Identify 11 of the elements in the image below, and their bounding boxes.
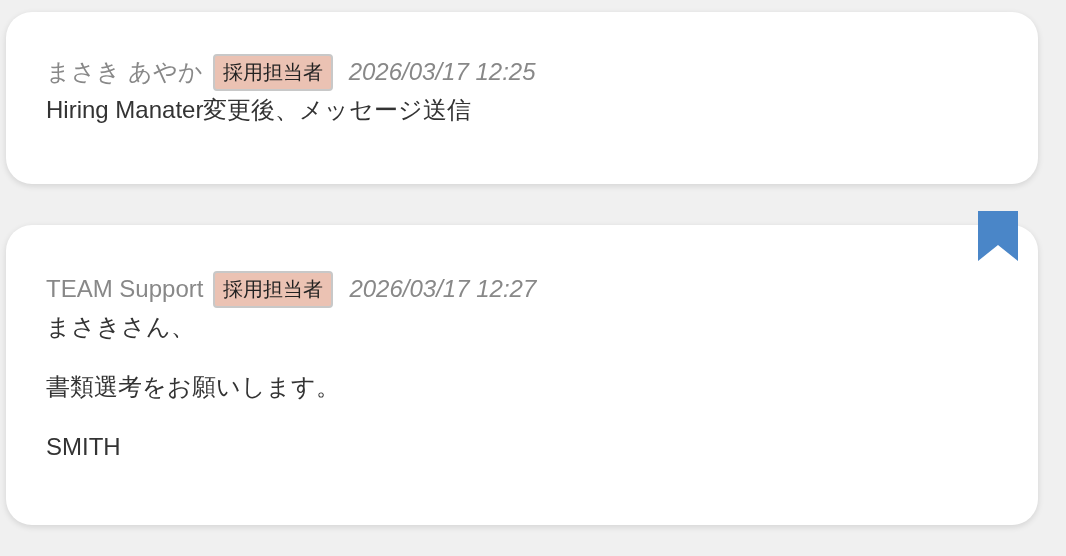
timestamp: 2026/03/17 12:25 [348, 58, 536, 86]
role-tag: 採用担当者 [213, 270, 334, 308]
author-name: まさき あやか [46, 57, 203, 87]
timestamp: 2026/03/17 12:27 [349, 275, 537, 303]
author-name: TEAM Support [46, 275, 204, 303]
bookmark-icon[interactable] [978, 211, 1018, 261]
role-tag: 採用担当者 [212, 53, 333, 91]
message-text: Hiring Manater変更後、メッセージ送信 [46, 95, 473, 125]
message-text: まさきさん、 [46, 312, 196, 342]
message-text: SMITH [46, 432, 122, 462]
message-text: 書類選考をお願いします。 [46, 372, 341, 402]
